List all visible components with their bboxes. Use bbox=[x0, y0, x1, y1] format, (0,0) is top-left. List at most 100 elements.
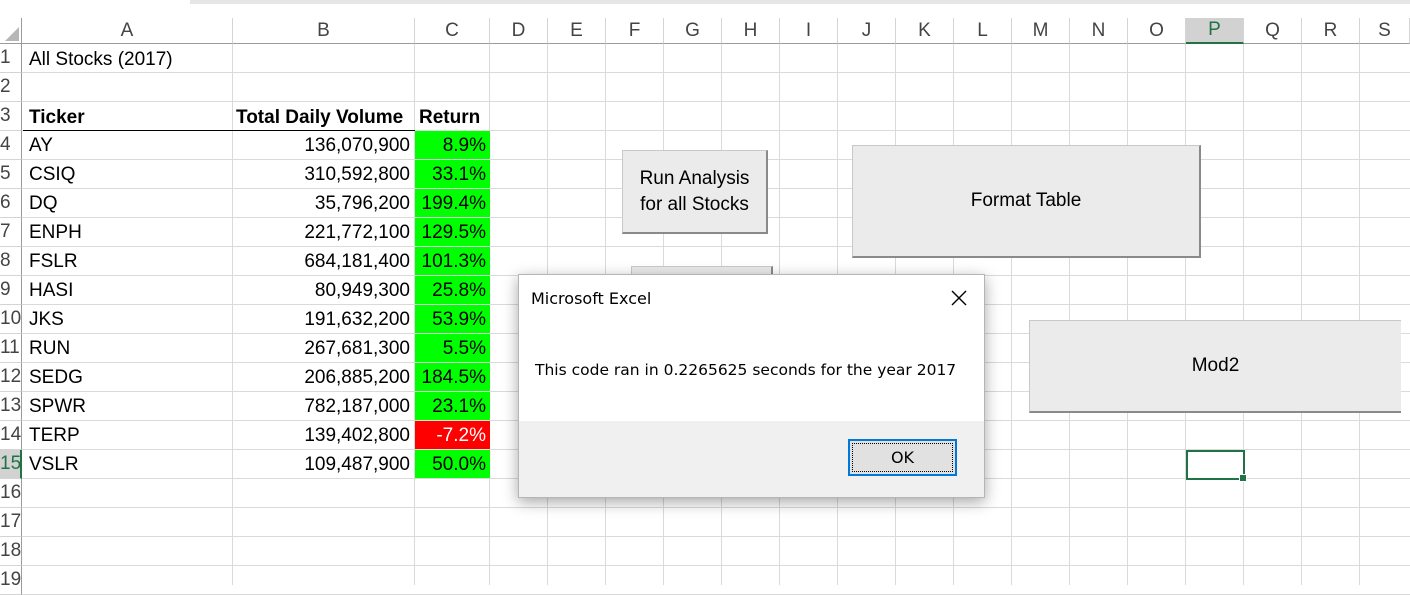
active-cell-p15[interactable] bbox=[1186, 450, 1247, 482]
fill-handle[interactable] bbox=[1239, 474, 1247, 482]
column-header-g[interactable]: G bbox=[664, 18, 722, 44]
ticker-cell[interactable]: CSIQ bbox=[29, 160, 75, 188]
volume-cell[interactable]: 267,681,300 bbox=[233, 334, 415, 362]
return-cell[interactable]: 25.8% bbox=[415, 276, 490, 304]
ticker-cell[interactable]: HASI bbox=[29, 276, 73, 304]
column-header-q[interactable]: Q bbox=[1244, 18, 1302, 44]
grid-col-line bbox=[1185, 44, 1186, 585]
volume-cell[interactable]: 139,402,800 bbox=[233, 421, 415, 449]
cell-a1-title[interactable]: All Stocks (2017) bbox=[29, 45, 173, 73]
volume-cell[interactable]: 221,772,100 bbox=[233, 218, 415, 246]
row-header-16[interactable]: 16 bbox=[0, 479, 22, 508]
volume-cell[interactable]: 136,070,900 bbox=[233, 131, 415, 159]
column-header-c[interactable]: C bbox=[415, 18, 490, 44]
row-header-15[interactable]: 15 bbox=[0, 450, 22, 479]
column-header-m[interactable]: M bbox=[1012, 18, 1070, 44]
header-return[interactable]: Return bbox=[419, 103, 480, 131]
ticker-cell[interactable]: DQ bbox=[29, 189, 58, 217]
spreadsheet[interactable]: ABCDEFGHIJKLMNOPQRS 1 2 3 4 5 6 7 8 9 10 11 12 13 14 1… bbox=[0, 0, 1410, 595]
column-header-k[interactable]: K bbox=[896, 18, 954, 44]
mod2-button[interactable]: Mod2 bbox=[1029, 320, 1401, 413]
column-header-l[interactable]: L bbox=[954, 18, 1012, 44]
message-box-dialog: Microsoft Excel This code ran in 0.22656… bbox=[518, 274, 985, 498]
column-header-j[interactable]: J bbox=[838, 18, 896, 44]
column-header-e[interactable]: E bbox=[548, 18, 606, 44]
column-header-b[interactable]: B bbox=[233, 18, 415, 44]
column-header-n[interactable]: N bbox=[1070, 18, 1128, 44]
ok-button[interactable]: OK bbox=[848, 439, 957, 476]
row-header-7[interactable]: 7 bbox=[0, 218, 22, 247]
return-cell[interactable]: 5.5% bbox=[415, 334, 490, 362]
row-header-5[interactable]: 5 bbox=[0, 160, 22, 189]
volume-cell[interactable]: 191,632,200 bbox=[233, 305, 415, 333]
ticker-cell[interactable]: SPWR bbox=[29, 392, 86, 420]
grid-col-line bbox=[1359, 44, 1360, 585]
volume-cell[interactable]: 684,181,400 bbox=[233, 247, 415, 275]
ticker-cell[interactable]: AY bbox=[29, 131, 53, 159]
format-table-label: Format Table bbox=[970, 190, 1082, 211]
column-header-d[interactable]: D bbox=[490, 18, 548, 44]
run-analysis-label-2: for all Stocks bbox=[640, 193, 749, 215]
row-header-17[interactable]: 17 bbox=[0, 508, 22, 537]
column-header-i[interactable]: I bbox=[780, 18, 838, 44]
volume-cell[interactable]: 206,885,200 bbox=[233, 363, 415, 391]
ticker-cell[interactable]: SEDG bbox=[29, 363, 83, 391]
row-header-4[interactable]: 4 bbox=[0, 131, 22, 160]
row-header-2[interactable]: 2 bbox=[0, 73, 22, 102]
row-header-10[interactable]: 10 bbox=[0, 305, 22, 334]
close-icon[interactable] bbox=[948, 287, 970, 309]
return-cell[interactable]: 53.9% bbox=[415, 305, 490, 333]
volume-cell[interactable]: 109,487,900 bbox=[233, 450, 415, 478]
row-header-12[interactable]: 12 bbox=[0, 363, 22, 392]
column-header-o[interactable]: O bbox=[1128, 18, 1186, 44]
volume-cell[interactable]: 80,949,300 bbox=[233, 276, 415, 304]
ticker-cell[interactable]: FSLR bbox=[29, 247, 78, 275]
header-ticker[interactable]: Ticker bbox=[29, 103, 85, 131]
ribbon-edge bbox=[0, 0, 1410, 18]
dialog-title: Microsoft Excel bbox=[531, 289, 652, 308]
row-header-3[interactable]: 3 bbox=[0, 102, 22, 131]
volume-cell[interactable]: 310,592,800 bbox=[233, 160, 415, 188]
grid-row-line bbox=[22, 72, 1410, 73]
ticker-cell[interactable]: JKS bbox=[29, 305, 64, 333]
run-analysis-button[interactable]: Run Analysis for all Stocks bbox=[622, 150, 768, 234]
row-header-1[interactable]: 1 bbox=[0, 44, 22, 73]
grid-row-line bbox=[22, 246, 1410, 247]
column-header-f[interactable]: F bbox=[606, 18, 664, 44]
row-header-11[interactable]: 11 bbox=[0, 334, 22, 363]
row-header-13[interactable]: 13 bbox=[0, 392, 22, 421]
row-header-18[interactable]: 18 bbox=[0, 537, 22, 566]
ticker-cell[interactable]: TERP bbox=[29, 421, 80, 449]
volume-cell[interactable]: 782,187,000 bbox=[233, 392, 415, 420]
return-cell[interactable]: 50.0% bbox=[415, 450, 490, 478]
return-cell[interactable]: 8.9% bbox=[415, 131, 490, 159]
return-cell[interactable]: 23.1% bbox=[415, 392, 490, 420]
column-header-a[interactable]: A bbox=[22, 18, 233, 44]
grid-col-line bbox=[1127, 44, 1128, 585]
ticker-cell[interactable]: RUN bbox=[29, 334, 70, 362]
mod2-label: Mod2 bbox=[1191, 355, 1240, 376]
row-header-19[interactable]: 19 bbox=[0, 566, 22, 595]
return-cell[interactable]: 184.5% bbox=[415, 363, 490, 391]
volume-cell[interactable]: 35,796,200 bbox=[233, 189, 415, 217]
return-cell[interactable]: 101.3% bbox=[415, 247, 490, 275]
return-cell[interactable]: 33.1% bbox=[415, 160, 490, 188]
column-header-h[interactable]: H bbox=[722, 18, 780, 44]
column-header-r[interactable]: R bbox=[1302, 18, 1360, 44]
return-cell[interactable]: 129.5% bbox=[415, 218, 490, 246]
return-cell[interactable]: -7.2% bbox=[415, 421, 490, 449]
header-total-daily-volume[interactable]: Total Daily Volume bbox=[236, 103, 403, 131]
ticker-cell[interactable]: VSLR bbox=[29, 450, 79, 478]
row-header-6[interactable]: 6 bbox=[0, 189, 22, 218]
format-table-button[interactable]: Format Table bbox=[852, 145, 1201, 258]
grid-col-line bbox=[1069, 44, 1070, 585]
row-header-9[interactable]: 9 bbox=[0, 276, 22, 305]
row-header-14[interactable]: 14 bbox=[0, 421, 22, 450]
column-header-s[interactable]: S bbox=[1360, 18, 1410, 44]
column-header-p[interactable]: P bbox=[1186, 18, 1244, 44]
run-analysis-label-1: Run Analysis bbox=[639, 167, 750, 189]
row-header-8[interactable]: 8 bbox=[0, 247, 22, 276]
ticker-cell[interactable]: ENPH bbox=[29, 218, 82, 246]
return-cell[interactable]: 199.4% bbox=[415, 189, 490, 217]
select-all-corner[interactable] bbox=[0, 18, 22, 44]
